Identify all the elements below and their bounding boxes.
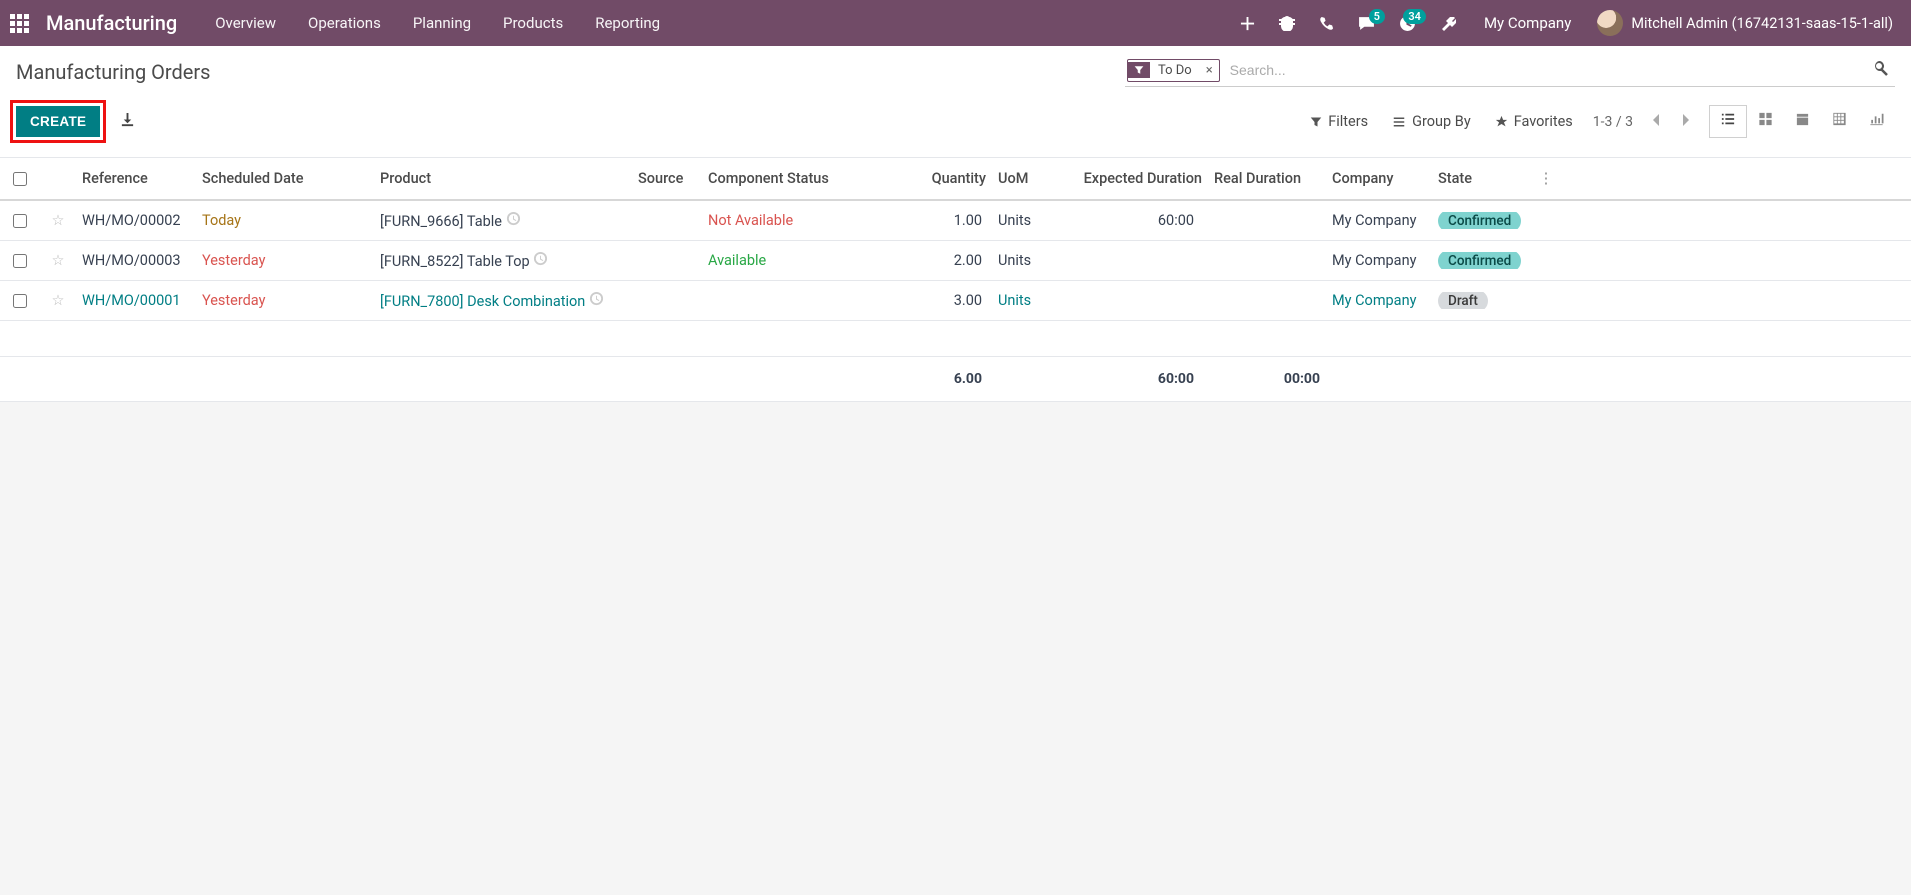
pager-next[interactable] <box>1671 109 1701 135</box>
cell-scheduled: Today <box>196 212 374 229</box>
filters-button[interactable]: Filters <box>1298 107 1380 136</box>
cell-reference[interactable]: WH/MO/00001 <box>76 292 196 309</box>
star-icon[interactable]: ☆ <box>40 212 76 229</box>
groupby-button[interactable]: Group By <box>1380 107 1483 136</box>
search-facet[interactable]: To Do × <box>1127 59 1220 82</box>
cell-state: Confirmed <box>1432 252 1528 269</box>
page-title: Manufacturing Orders <box>16 56 211 88</box>
cell-reference: WH/MO/00002 <box>76 212 196 229</box>
cell-uom: Units <box>992 252 1050 269</box>
search-icon[interactable] <box>1869 60 1893 80</box>
pager[interactable]: 1-3 / 3 <box>1593 114 1633 130</box>
cell-quantity: 2.00 <box>880 252 992 269</box>
cell-reference: WH/MO/00003 <box>76 252 196 269</box>
view-calendar[interactable] <box>1784 105 1821 138</box>
star-icon[interactable]: ☆ <box>40 292 76 309</box>
create-button[interactable]: CREATE <box>16 106 100 137</box>
sum-realdur: 00:00 <box>1208 371 1326 387</box>
view-graph[interactable] <box>1858 105 1895 138</box>
cell-component: Available <box>702 252 880 269</box>
clock-icon <box>506 213 521 230</box>
cell-component: Not Available <box>702 212 880 229</box>
table-row[interactable]: ☆WH/MO/00002Today[FURN_9666] Table Not A… <box>0 201 1911 241</box>
cell-expdur: 60:00 <box>1050 212 1208 229</box>
cell-product: [FURN_8522] Table Top <box>374 251 632 270</box>
table-row[interactable]: ☆WH/MO/00001Yesterday[FURN_7800] Desk Co… <box>0 281 1911 321</box>
search-box[interactable]: To Do × <box>1125 56 1895 87</box>
apps-icon[interactable] <box>10 14 32 33</box>
favorites-button[interactable]: Favorites <box>1483 107 1585 136</box>
main-menu: Overview Operations Planning Products Re… <box>199 1 676 45</box>
activity-badge: 34 <box>1403 9 1426 24</box>
menu-operations[interactable]: Operations <box>292 1 397 45</box>
cell-scheduled: Yesterday <box>196 252 374 269</box>
download-icon[interactable] <box>120 112 135 131</box>
row-select[interactable] <box>13 214 27 228</box>
clock-icon <box>589 293 604 310</box>
messages-badge: 5 <box>1369 9 1385 24</box>
facet-label: To Do <box>1150 60 1200 81</box>
cell-scheduled: Yesterday <box>196 292 374 309</box>
menu-planning[interactable]: Planning <box>397 1 487 45</box>
col-company[interactable]: Company <box>1326 170 1432 187</box>
view-kanban[interactable] <box>1747 105 1784 138</box>
column-options[interactable]: ⋮ <box>1528 170 1564 187</box>
tools-icon[interactable] <box>1430 15 1466 31</box>
table-row[interactable]: ☆WH/MO/00003Yesterday[FURN_8522] Table T… <box>0 241 1911 281</box>
cell-state: Draft <box>1432 292 1528 309</box>
cell-quantity: 1.00 <box>880 212 992 229</box>
search-input[interactable] <box>1226 58 1863 82</box>
messages-icon[interactable]: 5 <box>1348 15 1385 32</box>
sum-expdur: 60:00 <box>1050 371 1208 387</box>
sum-quantity: 6.00 <box>880 371 992 387</box>
col-realdur[interactable]: Real Duration <box>1208 170 1326 187</box>
view-pivot[interactable] <box>1821 105 1858 138</box>
row-select[interactable] <box>13 254 27 268</box>
view-list[interactable] <box>1709 105 1747 138</box>
row-select[interactable] <box>13 294 27 308</box>
pager-prev[interactable] <box>1641 109 1671 135</box>
facet-remove[interactable]: × <box>1200 63 1219 78</box>
cell-uom[interactable]: Units <box>992 292 1050 309</box>
user-menu[interactable]: Mitchell Admin (16742131-saas-15-1-all) <box>1589 10 1901 36</box>
bug-icon[interactable] <box>1269 15 1305 31</box>
col-scheduled[interactable]: Scheduled Date <box>196 170 374 187</box>
cell-company: My Company <box>1326 212 1432 229</box>
table-header: Reference Scheduled Date Product Source … <box>0 157 1911 201</box>
cell-product: [FURN_9666] Table <box>374 211 632 230</box>
cell-company: My Company <box>1326 252 1432 269</box>
cell-state: Confirmed <box>1432 212 1528 229</box>
avatar <box>1597 10 1623 36</box>
table-footer: 6.00 60:00 00:00 <box>0 357 1911 402</box>
cell-uom: Units <box>992 212 1050 229</box>
app-brand[interactable]: Manufacturing <box>46 11 177 35</box>
col-product[interactable]: Product <box>374 170 632 187</box>
plus-icon[interactable] <box>1230 16 1265 31</box>
col-reference[interactable]: Reference <box>76 170 196 187</box>
cell-quantity: 3.00 <box>880 292 992 309</box>
activity-icon[interactable]: 34 <box>1389 15 1426 32</box>
phone-icon[interactable] <box>1309 16 1344 31</box>
col-uom[interactable]: UoM <box>992 170 1050 187</box>
col-state[interactable]: State <box>1432 170 1528 187</box>
col-source[interactable]: Source <box>632 170 702 187</box>
menu-products[interactable]: Products <box>487 1 579 45</box>
select-all[interactable] <box>13 172 27 186</box>
col-quantity[interactable]: Quantity <box>880 170 992 187</box>
col-expdur[interactable]: Expected Duration <box>1050 170 1208 187</box>
menu-reporting[interactable]: Reporting <box>579 1 676 45</box>
col-component[interactable]: Component Status <box>702 170 880 187</box>
filter-icon <box>1128 62 1150 78</box>
company-switcher[interactable]: My Company <box>1470 14 1585 32</box>
clock-icon <box>533 253 548 270</box>
star-icon[interactable]: ☆ <box>40 252 76 269</box>
user-name: Mitchell Admin (16742131-saas-15-1-all) <box>1631 15 1893 32</box>
cell-company[interactable]: My Company <box>1326 292 1432 309</box>
cell-product[interactable]: [FURN_7800] Desk Combination <box>374 291 632 310</box>
menu-overview[interactable]: Overview <box>199 1 292 45</box>
